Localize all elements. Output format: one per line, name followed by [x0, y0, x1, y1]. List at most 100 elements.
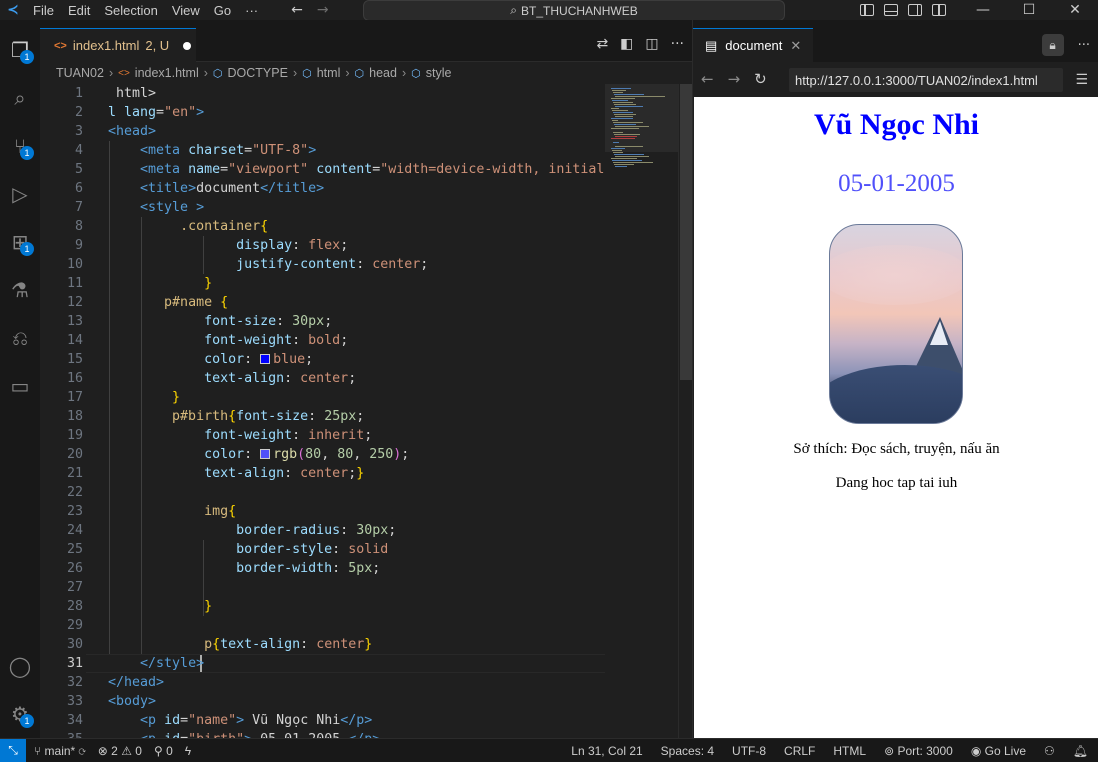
menu-go[interactable]: Go — [207, 3, 238, 18]
code-line[interactable]: 14 font-weight: bold; — [40, 331, 605, 350]
explorer-icon[interactable]: ❐ 1 — [0, 30, 40, 70]
code-line[interactable]: 8 .container{ — [40, 217, 605, 236]
breadcrumb-folder[interactable]: TUAN02 — [56, 66, 104, 80]
branch-status[interactable]: ⑂ main* ⟳ — [34, 744, 86, 758]
split-editor-icon[interactable]: ◫ — [645, 36, 658, 52]
ports-status[interactable]: ⚲ 0 — [154, 744, 173, 758]
breadcrumb-html[interactable]: html — [317, 66, 341, 80]
menu-file[interactable]: File — [26, 3, 61, 18]
code-line[interactable]: 20 color: rgb(80, 80, 250); — [40, 445, 605, 464]
code-line[interactable]: 10 justify-content: center; — [40, 255, 605, 274]
remote-explorer-icon[interactable]: ⎌ — [0, 318, 40, 358]
toggle-primary-sidebar-icon[interactable] — [860, 4, 874, 16]
manage-gear-icon[interactable]: ⚙ 1 — [0, 694, 40, 734]
code-line[interactable]: 6 <title>document</title> — [40, 179, 605, 198]
breadcrumb-style[interactable]: style — [426, 66, 452, 80]
code-line[interactable]: 4 <meta charset="UTF-8"> — [40, 141, 605, 160]
go-live-status[interactable]: ◉ Go Live — [971, 744, 1026, 758]
code-line[interactable]: 28 } — [40, 597, 605, 616]
code-line[interactable]: 32 </head> — [40, 673, 605, 692]
code-line[interactable]: 9 display: flex; — [40, 236, 605, 255]
code-line[interactable]: 16 text-align: center; — [40, 369, 605, 388]
notifications-bell-icon[interactable]: 🔔︎ — [1073, 744, 1088, 758]
code-editor[interactable]: 1 html> 2 l lang="en"> 3 <head> 4 <meta chars… — [40, 84, 605, 738]
menu-hamburger-icon[interactable]: ☰ — [1075, 72, 1088, 88]
minimize-button[interactable]: — — [960, 0, 1006, 20]
eol-status[interactable]: CRLF — [784, 744, 815, 758]
code-line[interactable]: 15 color: blue; — [40, 350, 605, 369]
code-line[interactable]: 22 — [40, 483, 605, 502]
code-line[interactable]: 24 border-radius: 30px; — [40, 521, 605, 540]
code-line[interactable]: 11 } — [40, 274, 605, 293]
code-line[interactable]: 23 img{ — [40, 502, 605, 521]
menu-selection[interactable]: Selection — [97, 3, 164, 18]
cursor-position[interactable]: Ln 31, Col 21 — [571, 744, 642, 758]
code-line[interactable]: 12 p#name { — [40, 293, 605, 312]
comments-icon[interactable]: ▭ — [0, 366, 40, 406]
search-activity-icon[interactable]: ⌕ — [0, 78, 40, 118]
testing-flask-icon[interactable]: ⚗ — [0, 270, 40, 310]
code-line[interactable]: 7 <style > — [40, 198, 605, 217]
breadcrumb-doctype[interactable]: DOCTYPE — [228, 66, 288, 80]
source-control-icon[interactable]: ⑂ 1 — [0, 126, 40, 166]
code-line[interactable]: 5 <meta name="viewport" content="width=d… — [40, 160, 605, 179]
code-line[interactable]: 19 font-weight: inherit; — [40, 426, 605, 445]
copilot-icon[interactable]: ⚇ — [1044, 744, 1055, 758]
problems-status[interactable]: ⊗ 2 ⚠ 0 — [98, 744, 142, 758]
breadcrumb-file[interactable]: index1.html — [135, 66, 199, 80]
more-actions-icon[interactable]: ··· — [671, 36, 684, 52]
code-line[interactable]: 35 <p id="birth"> 05-01-2005 </p> — [40, 730, 605, 738]
code-line[interactable]: 29 — [40, 616, 605, 635]
open-preview-icon[interactable]: ◧ — [620, 36, 633, 52]
close-tab-icon[interactable]: ✕ — [790, 38, 801, 54]
browser-back-icon[interactable]: ← — [701, 70, 714, 88]
toggle-panel-icon[interactable] — [884, 4, 898, 16]
code-line[interactable]: 30 p{text-align: center} — [40, 635, 605, 654]
code-line[interactable]: 25 border-style: solid — [40, 540, 605, 559]
url-bar[interactable]: http://127.0.0.1:3000/TUAN02/index1.html — [789, 68, 1063, 92]
run-debug-icon[interactable]: ▷ — [0, 174, 40, 214]
indentation-status[interactable]: Spaces: 4 — [661, 744, 714, 758]
maximize-button[interactable]: ☐ — [1006, 0, 1052, 20]
port-status[interactable]: ⊚ Port: 3000 — [884, 744, 953, 758]
code-line[interactable]: 27 — [40, 578, 605, 597]
code-line[interactable]: 13 font-size: 30px; — [40, 312, 605, 331]
menu-view[interactable]: View — [165, 3, 207, 18]
code-line[interactable]: 3 <head> — [40, 122, 605, 141]
code-line[interactable]: 18 p#birth{font-size: 25px; — [40, 407, 605, 426]
extensions-icon[interactable]: ⊞ 1 — [0, 222, 40, 262]
lock-icon[interactable]: 🔒︎ — [1041, 34, 1064, 56]
scrollbar-thumb[interactable] — [680, 84, 692, 380]
customize-layout-icon[interactable] — [932, 4, 946, 16]
forward-arrow-icon[interactable]: → — [317, 2, 329, 18]
reload-icon[interactable]: ↻ — [754, 70, 767, 88]
code-line[interactable]: 26 border-width: 5px; — [40, 559, 605, 578]
toggle-secondary-sidebar-icon[interactable] — [908, 4, 922, 16]
encoding-status[interactable]: UTF-8 — [732, 744, 766, 758]
account-icon[interactable]: ◯ — [0, 646, 40, 686]
back-arrow-icon[interactable]: ← — [291, 2, 303, 18]
breadcrumb-head[interactable]: head — [369, 66, 397, 80]
tab-document[interactable]: ▤ document ✕ — [693, 28, 813, 62]
tab-index1-html[interactable]: <> index1.html 2, U — [40, 28, 196, 62]
compare-changes-icon[interactable]: ⇄ — [596, 36, 608, 52]
code-line[interactable]: 1 html> — [40, 84, 605, 103]
unsaved-dot-icon[interactable] — [183, 41, 192, 50]
language-mode[interactable]: HTML — [833, 744, 866, 758]
editor-scrollbar[interactable] — [678, 84, 692, 738]
more-actions-icon[interactable]: ··· — [1078, 38, 1090, 53]
code-line[interactable]: 34 <p id="name"> Vũ Ngọc Nhi</p> — [40, 711, 605, 730]
lightning-icon[interactable]: ϟ — [185, 744, 191, 758]
browser-forward-icon[interactable]: → — [728, 70, 741, 88]
menu-edit[interactable]: Edit — [61, 3, 97, 18]
minimap[interactable] — [605, 84, 680, 738]
code-line[interactable]: 2 l lang="en"> — [40, 103, 605, 122]
remote-indicator-icon[interactable]: ⤡ — [0, 738, 26, 762]
close-window-button[interactable]: ✕ — [1052, 0, 1098, 20]
code-line[interactable]: 21 text-align: center;} — [40, 464, 605, 483]
code-line[interactable]: 33 <body> — [40, 692, 605, 711]
menu-more[interactable]: ··· — [238, 3, 265, 18]
code-line[interactable]: 17 } — [40, 388, 605, 407]
code-line[interactable]: 31 </style> — [40, 654, 605, 673]
command-center-search[interactable]: ⌕ BT_THUCHANHWEB — [363, 0, 785, 21]
